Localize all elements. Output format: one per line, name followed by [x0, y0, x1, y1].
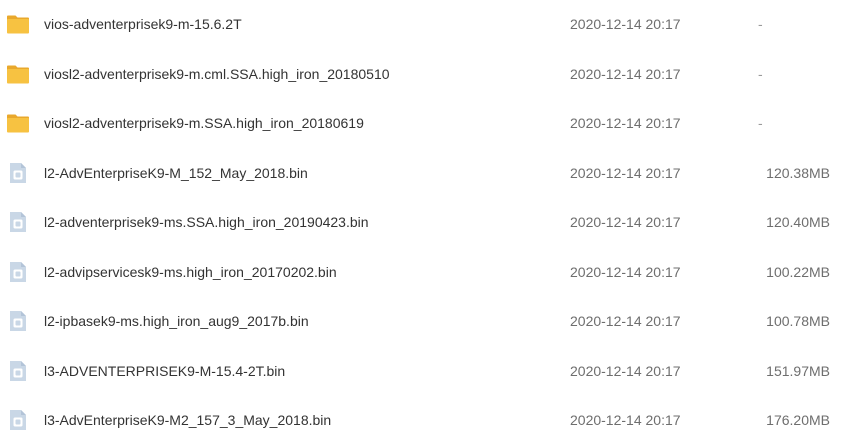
file-row[interactable]: l3-ADVENTERPRISEK9-M-15.4-2T.bin 2020-12-…	[0, 347, 851, 396]
file-size: 151.97MB	[766, 362, 830, 379]
file-row[interactable]: l2-ipbasek9-ms.high_iron_aug9_2017b.bin 2…	[0, 297, 851, 346]
file-name[interactable]: viosl2-adventerprisek9-m.SSA.high_iron_2…	[44, 99, 364, 148]
file-size: -	[758, 65, 763, 82]
file-name[interactable]: l3-AdvEnterpriseK9-M2_157_3_May_2018.bin	[44, 396, 331, 445]
modified-date: 2020-12-14 20:17	[570, 412, 681, 428]
modified-date: 2020-12-14 20:17	[570, 16, 681, 32]
file-size: 100.78MB	[766, 313, 830, 329]
modified-date: 2020-12-14 20:17	[570, 263, 681, 280]
file-icon	[6, 309, 30, 333]
modified-date: 2020-12-14 20:17	[570, 65, 681, 82]
file-icon	[6, 210, 30, 234]
modified-date: 2020-12-14 20:17	[570, 115, 681, 131]
file-size: 120.38MB	[766, 164, 830, 181]
modified-date: 2020-12-14 20:17	[570, 214, 681, 230]
file-size: -	[758, 115, 763, 131]
file-name[interactable]: l2-AdvEnterpriseK9-M_152_May_2018.bin	[44, 149, 308, 198]
folder-row[interactable]: viosl2-adventerprisek9-m.cml.SSA.high_ir…	[0, 50, 851, 99]
file-size: 100.22MB	[766, 263, 830, 280]
folder-icon	[6, 12, 30, 36]
file-name[interactable]: viosl2-adventerprisek9-m.cml.SSA.high_ir…	[44, 50, 390, 99]
file-row[interactable]: l2-adventerprisek9-ms.SSA.high_iron_2019…	[0, 198, 851, 247]
modified-date: 2020-12-14 20:17	[570, 362, 681, 379]
folder-row[interactable]: vios-adventerprisek9-m-15.6.2T 2020-12-14…	[0, 0, 851, 49]
file-icon	[6, 359, 30, 383]
file-name[interactable]: l3-ADVENTERPRISEK9-M-15.4-2T.bin	[44, 347, 285, 396]
file-row[interactable]: l2-AdvEnterpriseK9-M_152_May_2018.bin 202…	[0, 149, 851, 198]
file-name[interactable]: vios-adventerprisek9-m-15.6.2T	[44, 0, 242, 49]
file-list: vios-adventerprisek9-m-15.6.2T 2020-12-14…	[0, 0, 851, 432]
folder-row[interactable]: viosl2-adventerprisek9-m.SSA.high_iron_2…	[0, 99, 851, 148]
file-row[interactable]: l3-AdvEnterpriseK9-M2_157_3_May_2018.bin…	[0, 396, 851, 445]
file-name[interactable]: l2-advipservicesk9-ms.high_iron_20170202…	[44, 248, 337, 297]
file-name[interactable]: l2-adventerprisek9-ms.SSA.high_iron_2019…	[44, 198, 369, 247]
file-size: -	[758, 16, 763, 32]
folder-icon	[6, 111, 30, 135]
file-name[interactable]: l2-ipbasek9-ms.high_iron_aug9_2017b.bin	[44, 297, 309, 346]
file-size: 120.40MB	[766, 214, 830, 230]
modified-date: 2020-12-14 20:17	[570, 313, 681, 329]
file-icon	[6, 408, 30, 432]
file-icon	[6, 260, 30, 284]
modified-date: 2020-12-14 20:17	[570, 164, 681, 181]
file-size: 176.20MB	[766, 412, 830, 428]
file-icon	[6, 161, 30, 185]
file-row[interactable]: l2-advipservicesk9-ms.high_iron_20170202…	[0, 248, 851, 297]
folder-icon	[6, 62, 30, 86]
